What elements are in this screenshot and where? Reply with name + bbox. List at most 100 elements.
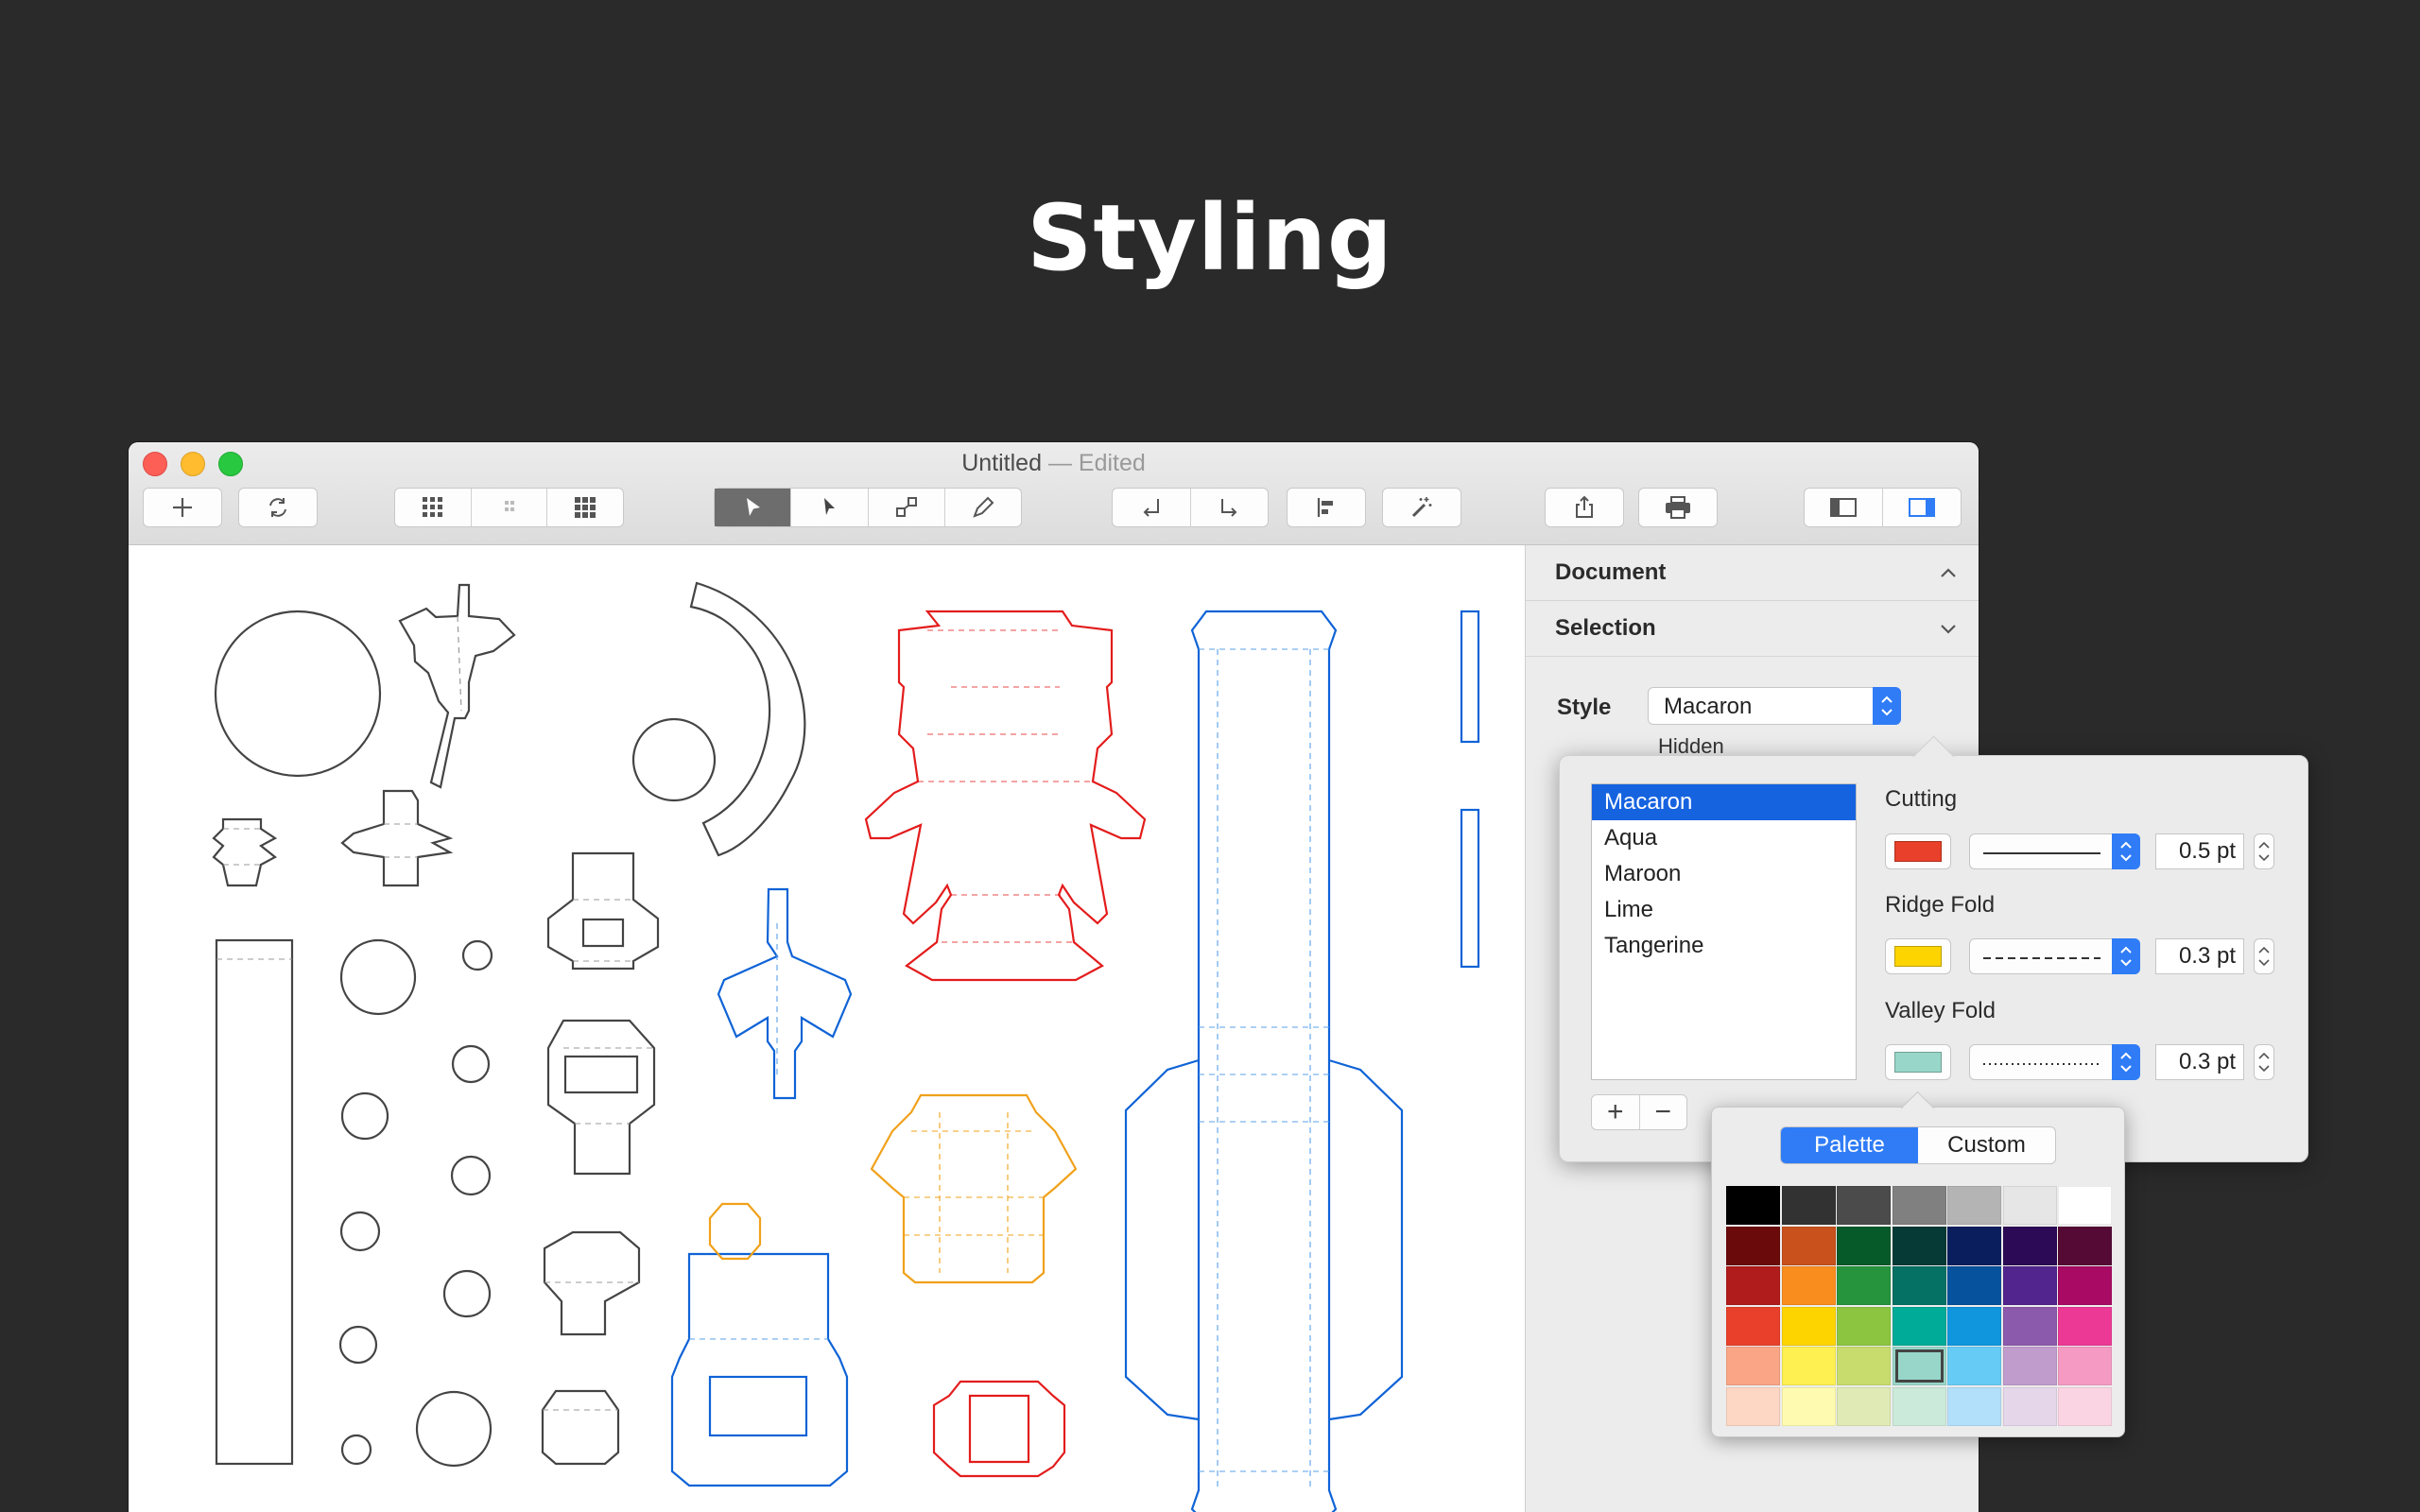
palette-color-cell[interactable] (1837, 1266, 1891, 1305)
left-sidebar-toggle[interactable] (1805, 489, 1883, 526)
grid-sparse-button[interactable] (472, 489, 548, 526)
magic-wand-button[interactable] (1383, 489, 1461, 526)
select-tool-button[interactable] (715, 489, 792, 526)
orange-box-net (870, 1093, 1078, 1284)
palette-color-cell[interactable] (1892, 1306, 1946, 1346)
palette-color-cell[interactable] (1947, 1386, 2001, 1426)
solid-line-icon (1983, 852, 2100, 854)
palette-color-cell[interactable] (2002, 1226, 2057, 1265)
refresh-button[interactable] (239, 489, 317, 526)
document-section-header[interactable]: Document (1526, 545, 1979, 601)
palette-color-cell[interactable] (1837, 1306, 1891, 1346)
cutting-width-field[interactable]: 0.5 pt (2155, 833, 2244, 869)
titlebar: Untitled — Edited (129, 442, 1979, 545)
palette-color-cell[interactable] (1837, 1226, 1891, 1265)
cutting-label: Cutting (1885, 786, 1958, 812)
palette-color-cell[interactable] (1781, 1226, 1836, 1265)
style-list-item[interactable]: Maroon (1592, 856, 1856, 892)
palette-color-cell[interactable] (1726, 1266, 1780, 1305)
align-button-group (1287, 488, 1366, 527)
direct-select-tool-button[interactable] (791, 489, 869, 526)
cutting-color-well[interactable] (1885, 833, 1951, 869)
valley-fold-color-well[interactable] (1885, 1044, 1951, 1080)
small-circle-shape (631, 717, 717, 802)
color-picker-popover: Palette Custom (1711, 1091, 2125, 1437)
palette-color-cell[interactable] (1726, 1186, 1780, 1225)
drawing-canvas[interactable] (129, 545, 1525, 1512)
style-editor-popover: Macaron Aqua Maroon Lime Tangerine + − Cutti… (1559, 735, 2308, 1162)
color-palette-grid (1726, 1186, 2112, 1426)
undo-button[interactable] (1113, 489, 1191, 526)
palette-color-cell[interactable] (1892, 1347, 1946, 1385)
palette-color-cell[interactable] (1726, 1386, 1780, 1426)
cutting-width-stepper[interactable] (2254, 833, 2274, 869)
grid-dense-button[interactable] (547, 489, 623, 526)
selection-section-header[interactable]: Selection (1526, 601, 1979, 657)
palette-color-cell[interactable] (1892, 1226, 1946, 1265)
palette-color-cell[interactable] (1947, 1226, 2001, 1265)
style-list-item[interactable]: Tangerine (1592, 928, 1856, 964)
palette-color-cell[interactable] (1947, 1347, 2001, 1385)
palette-color-cell[interactable] (2002, 1186, 2057, 1225)
share-button[interactable] (1546, 489, 1623, 526)
style-list[interactable]: Macaron Aqua Maroon Lime Tangerine (1591, 783, 1857, 1080)
style-list-item[interactable]: Lime (1592, 892, 1856, 928)
palette-color-cell[interactable] (1781, 1386, 1836, 1426)
palette-color-cell[interactable] (1837, 1186, 1891, 1225)
palette-color-cell[interactable] (2058, 1266, 2112, 1305)
palette-color-cell[interactable] (1726, 1306, 1780, 1346)
palette-color-cell[interactable] (1837, 1386, 1891, 1426)
palette-color-cell[interactable] (2002, 1266, 2057, 1305)
transform-tool-button[interactable] (869, 489, 945, 526)
palette-color-cell[interactable] (1947, 1186, 2001, 1225)
ridge-fold-color-well[interactable] (1885, 938, 1951, 974)
valley-fold-line-style-select[interactable] (1969, 1044, 2140, 1080)
right-sidebar-toggle[interactable] (1883, 489, 1961, 526)
print-button[interactable] (1639, 489, 1717, 526)
palette-color-cell[interactable] (1947, 1266, 2001, 1305)
remove-style-button[interactable]: − (1640, 1095, 1687, 1129)
direct-select-icon (824, 498, 836, 515)
palette-color-cell[interactable] (1892, 1266, 1946, 1305)
palette-color-cell[interactable] (2058, 1347, 2112, 1385)
align-button[interactable] (1288, 489, 1365, 526)
palette-color-cell[interactable] (2002, 1306, 2057, 1346)
select-arrow-icon (747, 498, 761, 516)
valley-fold-width-field[interactable]: 0.3 pt (2155, 1044, 2244, 1080)
cutting-line-style-select[interactable] (1969, 833, 2140, 869)
style-select[interactable]: Macaron (1648, 687, 1901, 725)
palette-color-cell[interactable] (2002, 1347, 2057, 1385)
palette-color-cell[interactable] (1781, 1266, 1836, 1305)
style-list-item[interactable]: Aqua (1592, 820, 1856, 856)
style-list-item[interactable]: Macaron (1592, 784, 1856, 820)
palette-color-cell[interactable] (1726, 1347, 1780, 1385)
palette-color-cell[interactable] (2058, 1306, 2112, 1346)
orange-small-net (708, 1202, 762, 1261)
grid-button[interactable] (395, 489, 472, 526)
add-style-button[interactable]: + (1592, 1095, 1640, 1129)
add-button[interactable] (144, 489, 221, 526)
palette-color-cell[interactable] (1781, 1347, 1836, 1385)
magic-button-group (1382, 488, 1461, 527)
palette-color-cell[interactable] (2058, 1186, 2112, 1225)
tab-custom[interactable]: Custom (1918, 1127, 2055, 1163)
palette-color-cell[interactable] (1837, 1347, 1891, 1385)
palette-color-cell[interactable] (1781, 1186, 1836, 1225)
palette-color-cell[interactable] (2058, 1386, 2112, 1426)
red-dielines (864, 610, 1147, 1478)
palette-color-cell[interactable] (2002, 1386, 2057, 1426)
palette-color-cell[interactable] (2058, 1226, 2112, 1265)
ridge-fold-width-stepper[interactable] (2254, 938, 2274, 974)
palette-color-cell[interactable] (1892, 1186, 1946, 1225)
palette-color-cell[interactable] (1947, 1306, 2001, 1346)
pen-tool-button[interactable] (945, 489, 1021, 526)
palette-color-cell[interactable] (1726, 1226, 1780, 1265)
ridge-fold-line-style-select[interactable] (1969, 938, 2140, 974)
palette-color-cell[interactable] (1892, 1386, 1946, 1426)
redo-button[interactable] (1191, 489, 1269, 526)
tab-palette[interactable]: Palette (1781, 1127, 1918, 1163)
valley-fold-width-stepper[interactable] (2254, 1044, 2274, 1080)
palette-color-cell[interactable] (1781, 1306, 1836, 1346)
circle-shape (214, 610, 382, 778)
ridge-fold-width-field[interactable]: 0.3 pt (2155, 938, 2244, 974)
